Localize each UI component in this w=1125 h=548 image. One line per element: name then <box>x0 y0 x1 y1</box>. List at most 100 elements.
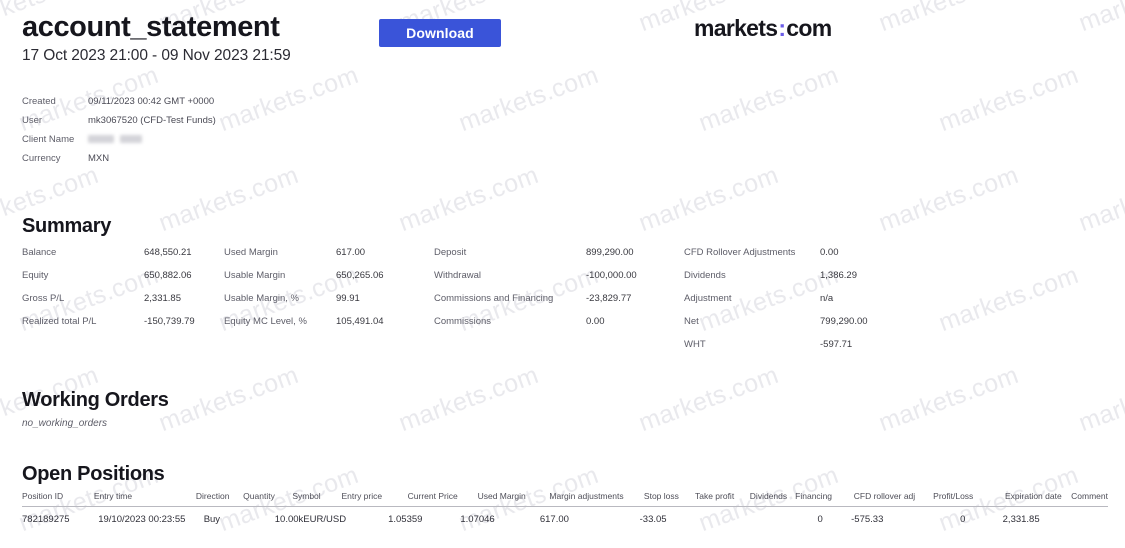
column-header[interactable]: Margin adjustments <box>549 491 644 501</box>
summary-row: Commissions 0.00 <box>434 316 605 339</box>
metadata-row: Currency MXN <box>22 153 216 172</box>
column-header[interactable]: Dividends <box>750 491 795 501</box>
summary-value: 105,491.04 <box>336 316 384 327</box>
download-button[interactable]: Download <box>379 19 501 47</box>
summary-row: Dividends 1,386.29 <box>684 270 857 293</box>
markets-com-logo: markets:com <box>694 15 832 42</box>
summary-row: Usable Margin 650,265.06 <box>224 270 384 293</box>
column-header[interactable]: Financing <box>795 491 854 501</box>
summary-row: Equity MC Level, % 105,491.04 <box>224 316 384 339</box>
column-header[interactable]: Quantity <box>243 491 292 501</box>
summary-row: Gross P/L 2,331.85 <box>22 293 181 316</box>
summary-value: 1,386.29 <box>820 270 857 281</box>
table-cell-margin-adjustments: -33.05 <box>639 514 667 525</box>
metadata-value: 09/11/2023 00:42 GMT +0000 <box>88 96 215 107</box>
summary-row: WHT -597.71 <box>684 339 852 362</box>
summary-label: Balance <box>22 247 57 258</box>
column-header[interactable]: Entry time <box>94 491 196 501</box>
metadata-label: Created <box>22 96 56 107</box>
summary-row: Adjustment n/a <box>684 293 833 316</box>
summary-value: 799,290.00 <box>820 316 868 327</box>
summary-label: CFD Rollover Adjustments <box>684 247 796 258</box>
summary-value: 650,882.06 <box>144 270 192 281</box>
metadata-row: Created 09/11/2023 00:42 GMT +0000 <box>22 96 216 115</box>
summary-label: Dividends <box>684 270 726 281</box>
summary-label: Usable Margin, % <box>224 293 299 304</box>
table-row[interactable]: 782189275 19/10/2023 00:23:55 Buy 10.00k EUR… <box>22 507 1108 525</box>
summary-row: Net 799,290.00 <box>684 316 868 339</box>
table-cell-position-id: 782189275 <box>22 514 70 525</box>
column-header[interactable]: Used Margin <box>478 491 550 501</box>
column-header[interactable]: Expiration date <box>1005 491 1071 501</box>
column-header[interactable]: Take profit <box>695 491 750 501</box>
metadata-value: mk3067520 (CFD-Test Funds) <box>88 115 216 126</box>
summary-row: CFD Rollover Adjustments 0.00 <box>684 247 839 270</box>
table-cell-entry-time: 19/10/2023 00:23:55 <box>98 514 186 525</box>
metadata-label: Client Name <box>22 134 75 145</box>
summary-value: 2,331.85 <box>144 293 181 304</box>
summary-column: Used Margin 617.00 Usable Margin 650,265.06… <box>224 247 384 339</box>
document-header: account_statement 17 Oct 2023 21:00 - 09… <box>22 12 291 65</box>
column-header[interactable]: Profit/Loss <box>933 491 1005 501</box>
table-cell-direction: Buy <box>203 514 221 525</box>
table-cell-entry-price: 1.05359 <box>388 514 423 525</box>
summary-row: Equity 650,882.06 <box>22 270 192 293</box>
summary-value: -150,739.79 <box>144 316 195 327</box>
summary-label: Adjustment <box>684 293 732 304</box>
summary-label: Commissions <box>434 316 492 327</box>
logo-text-right: com <box>786 15 832 41</box>
column-header[interactable]: Symbol <box>292 491 341 501</box>
summary-row: Withdrawal -100,000.00 <box>434 270 637 293</box>
summary-value: -100,000.00 <box>586 270 637 281</box>
summary-value: 650,265.06 <box>336 270 384 281</box>
metadata-row: Client Name <box>22 134 216 153</box>
table-cell-symbol: EUR/USD <box>303 514 347 525</box>
column-header[interactable]: Entry price <box>341 491 407 501</box>
table-cell-dividends: 0 <box>817 514 823 525</box>
summary-row: Commissions and Financing -23,829.77 <box>434 293 631 316</box>
working-orders-heading: Working Orders <box>22 389 169 411</box>
metadata-value <box>88 134 142 145</box>
summary-row: Balance 648,550.21 <box>22 247 192 270</box>
metadata-label: Currency <box>22 153 61 164</box>
table-cell-financing: -575.33 <box>851 514 884 525</box>
open-positions-heading: Open Positions <box>22 463 165 485</box>
column-header[interactable]: Position ID <box>22 491 94 501</box>
summary-value: 617.00 <box>336 247 366 258</box>
summary-value: 648,550.21 <box>144 247 192 258</box>
redacted-block <box>120 135 142 144</box>
metadata-label: User <box>22 115 43 126</box>
table-body: 782189275 19/10/2023 00:23:55 Buy 10.00k EUR… <box>22 507 1108 525</box>
summary-value: 0.00 <box>820 247 839 258</box>
summary-value: n/a <box>820 293 834 304</box>
table-cell-current-price: 1.07046 <box>460 514 495 525</box>
summary-label: Deposit <box>434 247 467 258</box>
logo-text-left: markets <box>694 15 778 41</box>
statement-metadata: Created 09/11/2023 00:42 GMT +0000 User mk3… <box>22 96 216 172</box>
column-header[interactable]: Direction <box>196 491 243 501</box>
metadata-row: User mk3067520 (CFD-Test Funds) <box>22 115 216 134</box>
summary-label: Equity <box>22 270 49 281</box>
summary-row: Deposit 899,290.00 <box>434 247 634 270</box>
summary-row: Used Margin 617.00 <box>224 247 365 270</box>
summary-label: Equity MC Level, % <box>224 316 307 327</box>
summary-value: 899,290.00 <box>586 247 634 258</box>
summary-row: Realized total P/L -150,739.79 <box>22 316 195 339</box>
summary-column: Deposit 899,290.00 Withdrawal -100,000.00 Co… <box>434 247 637 339</box>
summary-value: 99.91 <box>336 293 360 304</box>
working-orders-empty-text: no_working_orders <box>22 418 108 429</box>
table-cell-quantity: 10.00k <box>274 514 304 525</box>
summary-heading: Summary <box>22 215 112 237</box>
summary-row: Usable Margin, % 99.91 <box>224 293 360 316</box>
column-header[interactable]: Comment <box>1071 491 1108 501</box>
table-header-row: Position ID Entry time Direction Quantity Sy… <box>22 491 1108 507</box>
summary-label: Commissions and Financing <box>434 293 554 304</box>
open-positions-table: Position ID Entry time Direction Quantity Sy… <box>22 491 1108 525</box>
table-cell-cfd-rollover-adj: 0 <box>960 514 966 525</box>
summary-label: Gross P/L <box>22 293 65 304</box>
column-header[interactable]: Current Price <box>408 491 478 501</box>
column-header[interactable]: CFD rollover adj <box>854 491 933 501</box>
summary-label: Used Margin <box>224 247 278 258</box>
column-header[interactable]: Stop loss <box>644 491 695 501</box>
summary-value: 0.00 <box>586 316 605 327</box>
